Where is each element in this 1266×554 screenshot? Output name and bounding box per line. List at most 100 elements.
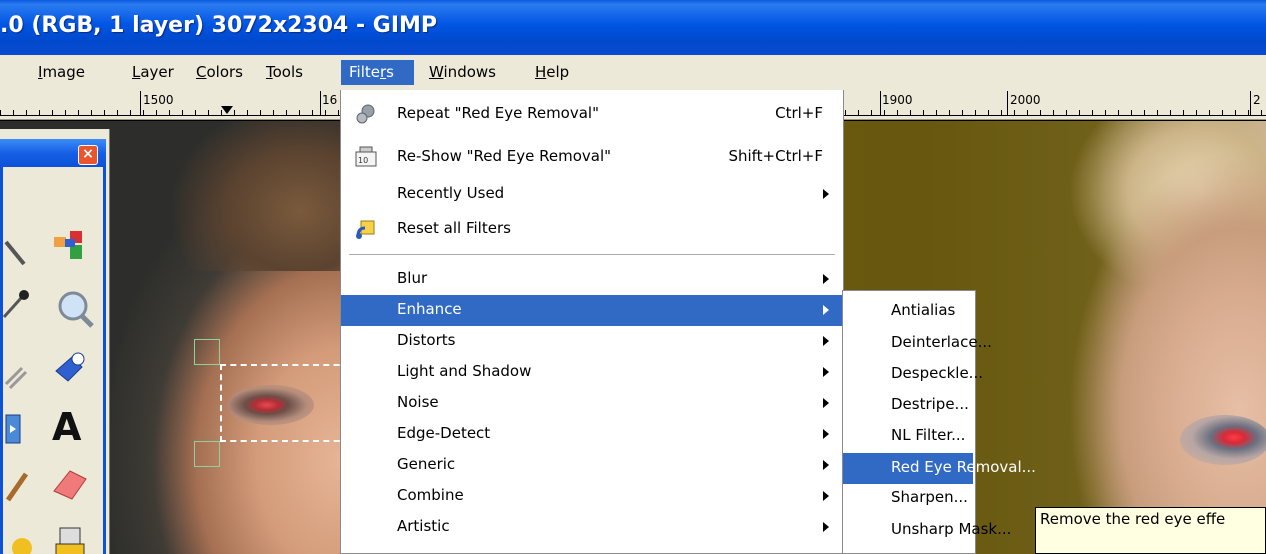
dodge-burn-tool-icon[interactable]: [52, 522, 92, 554]
ruler-tick: [962, 110, 963, 115]
submenu-arrow-icon: [823, 189, 829, 199]
ruler-tick: [39, 110, 40, 115]
menu-colors[interactable]: Colors: [188, 60, 251, 85]
menu-item-label: Unsharp Mask...: [891, 520, 1012, 538]
reshow-dialog-icon: 10: [355, 146, 377, 167]
enhance-submenu: Antialias Deinterlace... Despeckle... De…: [842, 290, 1011, 554]
photo-right-eye: [1180, 415, 1266, 465]
text-tool-icon[interactable]: A: [52, 405, 92, 449]
ruler-tick: [0, 110, 1, 115]
eraser-tool-icon[interactable]: [50, 463, 90, 503]
flip-tool-icon[interactable]: [2, 409, 42, 449]
ruler-tick: [910, 110, 911, 115]
menu-item-edge-detect[interactable]: Edge-Detect: [341, 419, 843, 450]
color-picker-tool-icon[interactable]: [2, 287, 42, 327]
menu-item-artistic[interactable]: Artistic: [341, 512, 843, 543]
paintbrush-tool-icon[interactable]: [2, 466, 42, 506]
menu-item-shortcut: Shift+Ctrl+F: [728, 147, 823, 165]
ruler-tick: [845, 110, 846, 115]
menu-item-shortcut: Ctrl+F: [775, 104, 823, 122]
clone-tool-icon[interactable]: [2, 524, 42, 554]
menu-item-label: Combine: [397, 486, 464, 504]
ruler-tick: [338, 110, 339, 115]
menu-tools[interactable]: Tools: [258, 60, 311, 85]
submenu-arrow-icon: [823, 367, 829, 377]
menu-item-red-eye-removal[interactable]: Red Eye Removal...: [843, 453, 1036, 484]
menu-filters[interactable]: Filters: [341, 60, 414, 85]
menu-item-destripe[interactable]: Destripe...: [843, 390, 975, 421]
ruler-tick: [143, 110, 144, 115]
ruler-major-tick: [1250, 91, 1251, 115]
menu-item-noise[interactable]: Noise: [341, 388, 843, 419]
menu-item-label: Despeckle...: [891, 364, 983, 382]
ruler-tick: [1105, 110, 1106, 115]
submenu-arrow-icon: [823, 274, 829, 284]
ruler-tick: [208, 110, 209, 115]
tooltip: Remove the red eye effe: [1035, 507, 1266, 554]
ruler-label: 1900: [882, 93, 913, 107]
menu-item-distorts[interactable]: Distorts: [341, 326, 843, 357]
menu-item-sharpen[interactable]: Sharpen...: [843, 483, 975, 514]
ruler-tick: [871, 110, 872, 115]
ruler-tick: [1092, 110, 1093, 115]
ruler-tick: [1014, 110, 1015, 115]
ruler-tick: [1053, 110, 1054, 115]
submenu-arrow-icon: [823, 522, 829, 532]
menu-item-deinterlace[interactable]: Deinterlace...: [843, 328, 992, 359]
menu-item-label: Deinterlace...: [891, 333, 992, 351]
zoom-tool-icon[interactable]: [55, 289, 95, 329]
ruler-tick: [897, 110, 898, 115]
ruler-tick: [26, 110, 27, 115]
ruler-tick: [858, 110, 859, 115]
menu-layer[interactable]: Layer: [124, 60, 182, 85]
menu-windows[interactable]: Windows: [421, 60, 504, 85]
menu-help[interactable]: Help: [527, 60, 577, 85]
selection-handle-top-left[interactable]: [194, 339, 220, 365]
ruler-tick: [1183, 110, 1184, 115]
menu-item-label: Edge-Detect: [397, 424, 491, 442]
menubar: Image Layer Colors Tools Filters Windows…: [0, 55, 1266, 90]
menu-separator: [349, 254, 835, 255]
svg-text:10: 10: [358, 156, 368, 165]
submenu-arrow-icon: [823, 398, 829, 408]
ruler-tick: [169, 110, 170, 115]
menu-item-enhance[interactable]: Enhance: [341, 295, 843, 326]
menu-item-recently-used[interactable]: Recently Used: [341, 179, 843, 210]
selection-handle-bottom-left[interactable]: [194, 441, 220, 467]
rectangle-selection[interactable]: [220, 364, 350, 442]
toolbox-close-button[interactable]: ×: [78, 145, 98, 165]
ruler-major-tick: [880, 91, 881, 115]
ruler-tick: [1170, 110, 1171, 115]
transform-tool-icon[interactable]: [50, 347, 90, 387]
ruler-tick: [195, 110, 196, 115]
smudge-tool-icon[interactable]: [2, 354, 42, 394]
ruler-major-tick: [1007, 91, 1008, 115]
menu-item-unsharp-mask[interactable]: Unsharp Mask...: [843, 515, 1011, 546]
menu-item-label: Artistic: [397, 517, 450, 535]
ruler-tick: [117, 110, 118, 115]
menu-item-generic[interactable]: Generic: [341, 450, 843, 481]
menu-item-combine[interactable]: Combine: [341, 481, 843, 512]
menu-image[interactable]: Image: [30, 60, 93, 85]
repeat-gears-icon: [356, 104, 375, 124]
ruler-tick: [949, 110, 950, 115]
menu-item-repeat-filter[interactable]: Repeat "Red Eye Removal" Ctrl+F: [341, 99, 843, 130]
ruler-tick: [299, 110, 300, 115]
window-title: .0 (RGB, 1 layer) 3072x2304 - GIMP: [0, 13, 438, 38]
menu-item-despeckle[interactable]: Despeckle...: [843, 359, 983, 390]
align-tool-icon[interactable]: [50, 227, 90, 267]
ruler-tick: [130, 110, 131, 115]
menu-item-nl-filter[interactable]: NL Filter...: [843, 421, 975, 452]
menu-item-reset-all-filters[interactable]: Reset all Filters: [341, 214, 843, 245]
menu-item-label: Red Eye Removal...: [891, 458, 1036, 476]
ruler-tick: [1222, 110, 1223, 115]
menu-item-blur[interactable]: Blur: [341, 264, 843, 295]
menu-item-reshow-filter[interactable]: 10 Re-Show "Red Eye Removal" Shift+Ctrl+…: [341, 142, 843, 173]
menu-item-antialias[interactable]: Antialias: [843, 296, 975, 327]
menu-item-label: NL Filter...: [891, 426, 966, 444]
menu-item-light-and-shadow[interactable]: Light and Shadow: [341, 357, 843, 388]
ruler-tick: [260, 110, 261, 115]
paths-tool-icon[interactable]: [2, 234, 42, 274]
photo-face-right: [1040, 151, 1266, 554]
submenu-arrow-icon: [823, 305, 829, 315]
